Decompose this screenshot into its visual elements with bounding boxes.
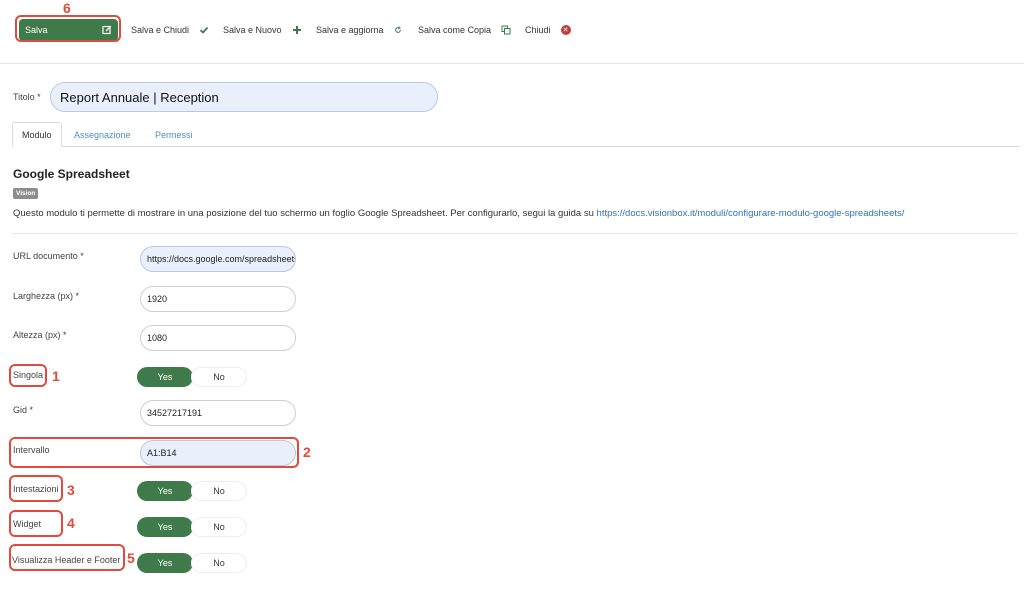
refresh-icon bbox=[394, 26, 402, 34]
gid-input[interactable]: 34527217191 bbox=[140, 400, 296, 426]
save-copy-button[interactable]: Salva come Copia bbox=[411, 20, 519, 40]
range-input[interactable]: A1:B14 bbox=[140, 440, 296, 466]
gid-label: Gid * bbox=[13, 405, 34, 415]
height-input[interactable]: 1080 bbox=[140, 325, 296, 351]
close-button[interactable]: Chiudi ✕ bbox=[518, 20, 578, 40]
headers-label: Intestazioni bbox=[13, 484, 59, 494]
close-circle-icon: ✕ bbox=[560, 25, 571, 35]
annotation-number-2: 2 bbox=[303, 444, 311, 460]
annotation-number-1: 1 bbox=[52, 368, 60, 384]
widget-toggle: Yes No bbox=[137, 517, 249, 537]
tab-permessi[interactable]: Permessi bbox=[146, 122, 202, 147]
tab-bar: Modulo Assegnazione Permessi bbox=[12, 122, 1020, 147]
single-no-option[interactable]: No bbox=[191, 367, 247, 387]
annotation-number-3: 3 bbox=[67, 482, 75, 498]
url-label: URL documento * bbox=[13, 251, 84, 261]
copy-icon bbox=[501, 25, 511, 35]
widget-label: Widget bbox=[13, 519, 42, 529]
annotation-number-6: 6 bbox=[63, 0, 71, 16]
single-label: Singola bbox=[13, 370, 44, 380]
tab-modulo[interactable]: Modulo bbox=[12, 122, 62, 147]
toolbar: Salva Salva e Chiudi Salva e Nuovo Salva… bbox=[0, 0, 1024, 64]
guide-link[interactable]: https://docs.visionbox.it/moduli/configu… bbox=[597, 208, 905, 219]
width-input[interactable]: 1920 bbox=[140, 286, 296, 312]
description-text: Questo modulo ti permette di mostrare in… bbox=[13, 208, 594, 219]
close-label: Chiudi bbox=[525, 25, 551, 35]
divider bbox=[12, 233, 1018, 234]
single-toggle: Yes No bbox=[137, 367, 249, 387]
module-heading: Google Spreadsheet bbox=[13, 167, 130, 181]
headers-yes-option[interactable]: Yes bbox=[137, 481, 193, 501]
width-label: Larghezza (px) * bbox=[13, 291, 80, 301]
save-close-label: Salva e Chiudi bbox=[131, 25, 190, 35]
check-icon bbox=[199, 25, 209, 35]
save-refresh-button[interactable]: Salva e aggiorna bbox=[309, 20, 409, 40]
header-footer-toggle: Yes No bbox=[137, 553, 249, 573]
height-label: Altezza (px) * bbox=[13, 330, 67, 340]
plus-icon bbox=[292, 25, 302, 35]
save-copy-label: Salva come Copia bbox=[418, 25, 492, 35]
range-label: Intervallo bbox=[13, 445, 50, 455]
title-input[interactable]: Report Annuale | Reception bbox=[50, 82, 438, 112]
save-new-button[interactable]: Salva e Nuovo bbox=[216, 20, 309, 40]
url-input[interactable]: https://docs.google.com/spreadsheets bbox=[140, 246, 296, 272]
widget-no-option[interactable]: No bbox=[191, 517, 247, 537]
single-yes-option[interactable]: Yes bbox=[137, 367, 193, 387]
save-close-button[interactable]: Salva e Chiudi bbox=[124, 20, 217, 40]
vision-badge: Vision bbox=[13, 188, 39, 199]
save-refresh-label: Salva e aggiorna bbox=[316, 25, 384, 35]
annotation-number-4: 4 bbox=[67, 515, 75, 531]
header-footer-yes-option[interactable]: Yes bbox=[137, 553, 193, 573]
module-description: Questo modulo ti permette di mostrare in… bbox=[13, 208, 904, 219]
header-footer-label: Visualizza Header e Footer bbox=[12, 555, 121, 565]
headers-no-option[interactable]: No bbox=[191, 481, 247, 501]
annotation-box-save bbox=[15, 15, 121, 42]
save-new-label: Salva e Nuovo bbox=[223, 25, 282, 35]
widget-yes-option[interactable]: Yes bbox=[137, 517, 193, 537]
title-label: Titolo * bbox=[13, 92, 41, 102]
headers-toggle: Yes No bbox=[137, 481, 249, 501]
header-footer-no-option[interactable]: No bbox=[191, 553, 247, 573]
tab-assegnazione[interactable]: Assegnazione bbox=[65, 122, 140, 147]
annotation-number-5: 5 bbox=[127, 550, 135, 566]
